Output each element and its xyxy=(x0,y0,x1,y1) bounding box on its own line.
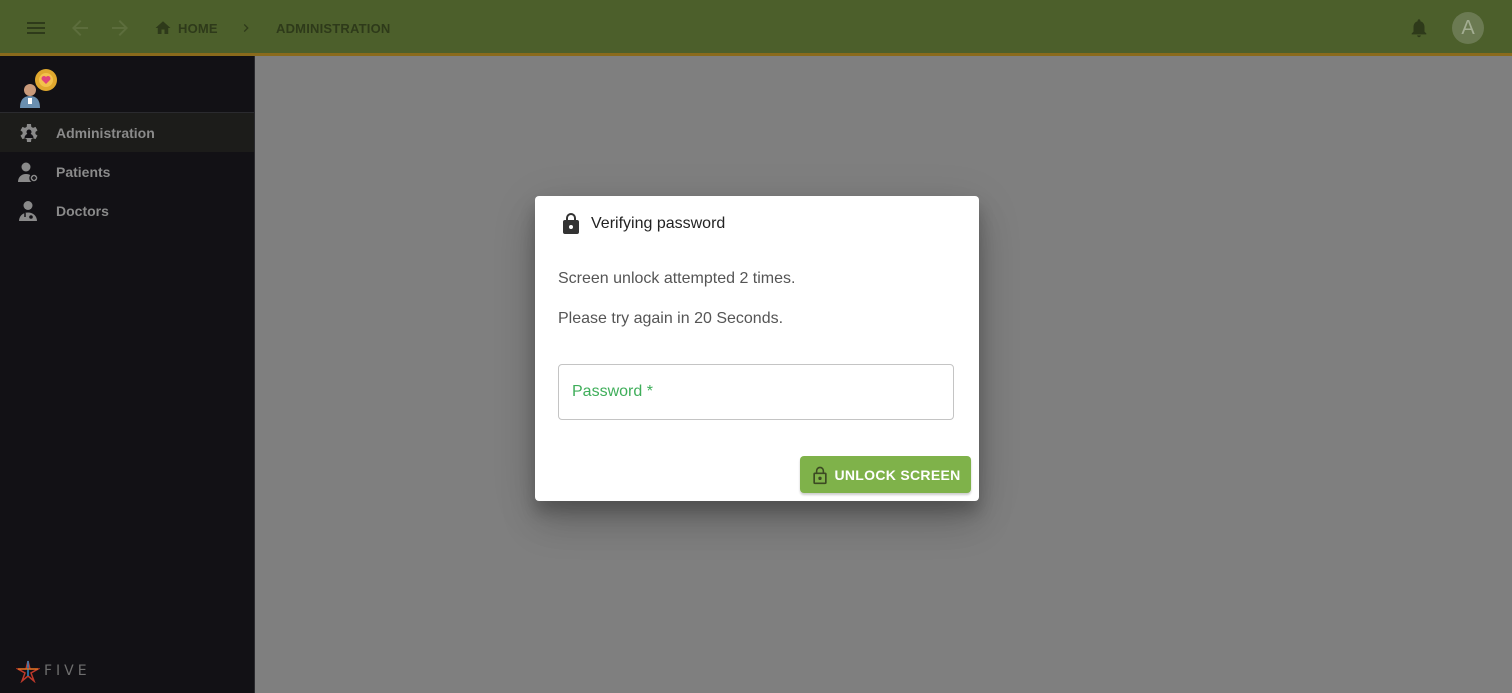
lock-icon xyxy=(563,213,579,234)
five-logo-text: FIVE xyxy=(44,663,91,679)
back-button[interactable] xyxy=(68,0,92,56)
unlock-screen-button[interactable]: UNLOCK SCREEN xyxy=(800,456,971,493)
unlock-screen-label: UNLOCK SCREEN xyxy=(834,466,961,483)
sidebar-item-patients[interactable]: Patients xyxy=(0,152,254,191)
patient-icon xyxy=(16,160,40,184)
app-logo-icon xyxy=(20,69,57,108)
top-app-bar: HOME ADMINISTRATION A xyxy=(0,0,1512,56)
lock-open-icon xyxy=(813,466,828,484)
chevron-right-icon xyxy=(243,24,249,32)
five-logo-mark-icon xyxy=(16,660,40,683)
dialog-title: Verifying password xyxy=(559,212,725,236)
breadcrumb-home[interactable]: HOME xyxy=(154,0,218,56)
dialog-title-text: Verifying password xyxy=(591,215,726,232)
sidebar: Administration Patients Doctors FIVE xyxy=(0,56,255,693)
sidebar-item-label: Doctors xyxy=(56,202,109,219)
retry-timer-message: Please try again in 20 Seconds. xyxy=(558,310,784,327)
sidebar-item-label: Patients xyxy=(56,163,111,180)
menu-button[interactable] xyxy=(24,0,48,56)
bell-icon xyxy=(1411,19,1427,38)
five-logo: FIVE xyxy=(16,659,91,683)
notifications-button[interactable] xyxy=(1408,0,1432,56)
unlock-dialog: Verifying password Screen unlock attempt… xyxy=(535,196,979,501)
arrow-back-icon xyxy=(72,20,88,36)
unlock-attempts-message: Screen unlock attempted 2 times. xyxy=(558,270,796,287)
sidebar-item-administration[interactable]: Administration xyxy=(0,113,254,152)
doctor-icon xyxy=(16,199,40,223)
sidebar-item-doctors[interactable]: Doctors xyxy=(0,191,254,230)
arrow-forward-icon xyxy=(112,20,128,36)
password-field[interactable]: Password * xyxy=(558,364,957,421)
home-icon xyxy=(155,21,171,34)
sidebar-item-label: Administration xyxy=(56,124,155,141)
user-avatar[interactable]: A xyxy=(1452,12,1484,44)
avatar-initial: A xyxy=(1461,16,1475,39)
gear-person-icon xyxy=(16,121,40,145)
menu-icon xyxy=(27,22,45,34)
breadcrumb-current: ADMINISTRATION xyxy=(276,0,391,56)
breadcrumb-current-label: ADMINISTRATION xyxy=(276,20,391,36)
breadcrumb-home-label: HOME xyxy=(178,20,218,36)
password-input[interactable] xyxy=(559,365,957,421)
forward-button[interactable] xyxy=(108,0,132,56)
app-logo-area xyxy=(0,56,254,113)
app-root: HOME ADMINISTRATION A Administration Pat… xyxy=(0,0,1512,693)
breadcrumb-separator xyxy=(238,0,254,56)
